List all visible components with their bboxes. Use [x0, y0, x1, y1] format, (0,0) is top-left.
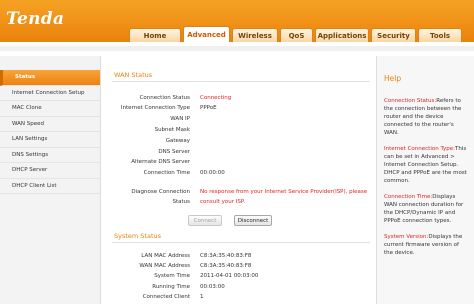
- row-label: DNS Server: [158, 149, 190, 155]
- wan-status-title: WAN Status: [114, 71, 153, 79]
- help-term: System Version:: [384, 234, 429, 240]
- connect-button[interactable]: Connect: [188, 215, 222, 226]
- connected-client-value: 1: [200, 294, 204, 300]
- diagnose-label-line2: Status: [172, 199, 190, 205]
- diagnose-connection-row: Diagnose Connection Status No response f…: [104, 187, 374, 209]
- main-nav-tabs: Home Advanced Wireless QoS Applications …: [129, 26, 462, 42]
- tab-security[interactable]: Security: [371, 28, 416, 42]
- sidebar-item-lan-settings[interactable]: LAN Settings: [0, 132, 100, 148]
- tab-tools[interactable]: Tools: [418, 28, 462, 42]
- sidebar-item-wan-speed[interactable]: WAN Speed: [0, 117, 100, 132]
- connection-type-value: PPPoE: [200, 105, 217, 111]
- system-row-lan-mac: LAN MAC Address C8:3A:35:40:83:F8: [104, 251, 374, 261]
- sidebar: Status Internet Connection Setup MAC Clo…: [0, 56, 101, 304]
- system-status-title: System Status: [114, 232, 162, 240]
- help-term: Internet Connection Type:: [384, 146, 455, 152]
- sidebar-item-dns-settings[interactable]: DNS Settings: [0, 148, 100, 163]
- help-connection-time: Connection Time:Displays WAN connection …: [384, 193, 468, 225]
- system-row-connected-client: Connected Client 1: [104, 292, 374, 302]
- system-time-value: 2011-04-01 00:03:00: [200, 273, 259, 279]
- sidebar-item-dhcp-client-list[interactable]: DHCP Client List: [0, 179, 100, 194]
- diagnose-label-line1: Diagnose Connection: [131, 189, 190, 195]
- row-label: WAN IP: [170, 116, 190, 122]
- row-label: Gateway: [165, 138, 190, 144]
- tab-applications[interactable]: Applications: [315, 28, 369, 42]
- tab-home[interactable]: Home: [129, 28, 181, 42]
- diagnose-label: Diagnose Connection Status: [104, 187, 190, 207]
- wan-row-connection-time: Connection Time 00:00:00: [104, 168, 374, 178]
- wan-row-gateway: Gateway: [104, 136, 374, 146]
- connection-status-value: Connecting: [200, 95, 232, 101]
- wan-row-alt-dns-server: Alternate DNS Server: [104, 157, 374, 167]
- row-label: Connected Client: [142, 294, 190, 300]
- help-connection-type: Internet Connection Type:This can be set…: [384, 145, 468, 185]
- wan-row-subnet-mask: Subnet Mask: [104, 125, 374, 135]
- sidebar-item-internet-connection-setup[interactable]: Internet Connection Setup: [0, 86, 100, 101]
- tab-advanced[interactable]: Advanced: [183, 26, 230, 42]
- wan-row-dns-server: DNS Server: [104, 147, 374, 157]
- tenda-logo: Tenda: [6, 9, 65, 29]
- wan-status-divider: [112, 81, 370, 82]
- tab-wireless[interactable]: Wireless: [232, 28, 278, 42]
- help-title: Help: [384, 74, 402, 83]
- help-panel: Help Connection Status:Refers to the con…: [376, 56, 474, 304]
- wan-row-connection-status: Connection Status Connecting: [104, 93, 374, 103]
- system-row-running-time: Running Time 00:03:00: [104, 282, 374, 292]
- row-label: LAN MAC Address: [141, 253, 190, 259]
- help-system-version: System Version:Displays the current firm…: [384, 233, 468, 257]
- row-label: Internet Connection Type: [120, 105, 190, 111]
- main-content: WAN Status Connection Status Connecting …: [104, 56, 374, 304]
- top-header: Tenda Home Advanced Wireless QoS Applica…: [0, 0, 474, 46]
- running-time-value: 00:03:00: [200, 284, 225, 290]
- help-connection-status: Connection Status:Refers to the connecti…: [384, 97, 468, 137]
- lan-mac-value: C8:3A:35:40:83:F8: [200, 253, 252, 259]
- wan-row-wan-ip: WAN IP: [104, 114, 374, 124]
- diagnose-message: No response from your Internet Service P…: [200, 189, 368, 205]
- row-label: Connection Status: [139, 95, 190, 101]
- row-label: Alternate DNS Server: [131, 159, 190, 165]
- sidebar-item-mac-clone[interactable]: MAC Clone: [0, 101, 100, 117]
- header-shadow-line: [0, 46, 474, 51]
- row-label: WAN MAC Address: [139, 263, 190, 269]
- row-label: System Time: [154, 273, 190, 279]
- disconnect-button[interactable]: Disconnect: [234, 215, 272, 226]
- wan-mac-value: C8:3A:35:40:83:F8: [200, 263, 252, 269]
- row-label: Running Time: [152, 284, 190, 290]
- help-term: Connection Status:: [384, 98, 437, 104]
- sidebar-item-status[interactable]: Status: [0, 70, 100, 86]
- system-row-system-time: System Time 2011-04-01 00:03:00: [104, 271, 374, 281]
- connection-time-value: 00:00:00: [200, 170, 225, 176]
- help-term: Connection Time:: [384, 194, 433, 200]
- row-label: Subnet Mask: [154, 127, 190, 133]
- system-status-divider: [112, 242, 370, 243]
- row-label: Connection Time: [143, 170, 190, 176]
- sidebar-item-dhcp-server[interactable]: DHCP Server: [0, 163, 100, 179]
- system-row-wan-mac: WAN MAC Address C8:3A:35:40:83:F8: [104, 261, 374, 271]
- tab-qos[interactable]: QoS: [280, 28, 313, 42]
- wan-row-connection-type: Internet Connection Type PPPoE: [104, 103, 374, 113]
